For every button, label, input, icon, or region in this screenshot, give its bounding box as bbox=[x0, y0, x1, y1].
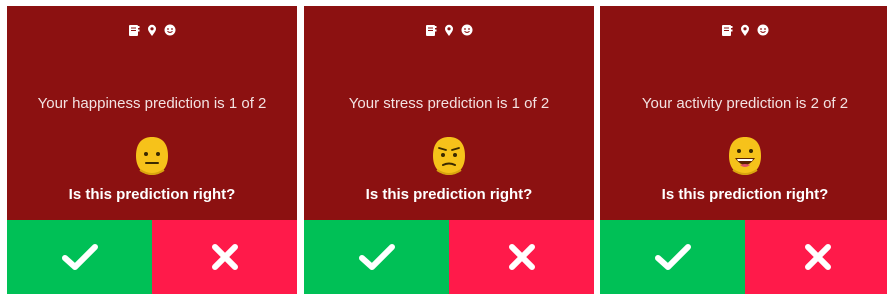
checkmark-icon bbox=[358, 243, 395, 271]
checkmark-icon bbox=[654, 243, 691, 271]
cross-icon bbox=[804, 243, 832, 271]
prediction-card-stress: Your stress prediction is 1 of 2 Is this… bbox=[304, 6, 594, 294]
prediction-label: Your activity prediction is 2 of 2 bbox=[641, 95, 849, 112]
question-label: Is this prediction right? bbox=[68, 186, 236, 203]
cross-icon bbox=[508, 243, 536, 271]
location-pin-icon bbox=[740, 24, 750, 37]
reject-button[interactable] bbox=[449, 220, 594, 294]
location-pin-icon bbox=[444, 24, 454, 37]
notebook-icon bbox=[721, 24, 733, 37]
grinning-face-emoji bbox=[725, 134, 765, 178]
question-label: Is this prediction right? bbox=[365, 186, 533, 203]
confused-face-emoji bbox=[429, 134, 469, 178]
confirm-button[interactable] bbox=[7, 220, 152, 294]
cross-icon bbox=[211, 243, 239, 271]
prediction-card-activity: Your activity prediction is 2 of 2 Is th… bbox=[600, 6, 887, 294]
smiley-icon bbox=[461, 24, 473, 36]
location-pin-icon bbox=[147, 24, 157, 37]
reject-button[interactable] bbox=[152, 220, 297, 294]
reject-button[interactable] bbox=[745, 220, 887, 294]
confirm-button[interactable] bbox=[600, 220, 745, 294]
checkmark-icon bbox=[61, 243, 98, 271]
confirm-button[interactable] bbox=[304, 220, 449, 294]
notebook-icon bbox=[128, 24, 140, 37]
smiley-icon bbox=[164, 24, 176, 36]
status-icon-bar bbox=[7, 21, 297, 39]
neutral-face-emoji bbox=[132, 134, 172, 178]
smiley-icon bbox=[757, 24, 769, 36]
prediction-label: Your stress prediction is 1 of 2 bbox=[348, 95, 550, 112]
status-icon-bar bbox=[600, 21, 887, 39]
status-icon-bar bbox=[304, 21, 594, 39]
question-label: Is this prediction right? bbox=[661, 186, 829, 203]
notebook-icon bbox=[425, 24, 437, 37]
prediction-label: Your happiness prediction is 1 of 2 bbox=[37, 95, 267, 112]
prediction-card-happiness: Your happiness prediction is 1 of 2 Is t… bbox=[7, 6, 297, 294]
